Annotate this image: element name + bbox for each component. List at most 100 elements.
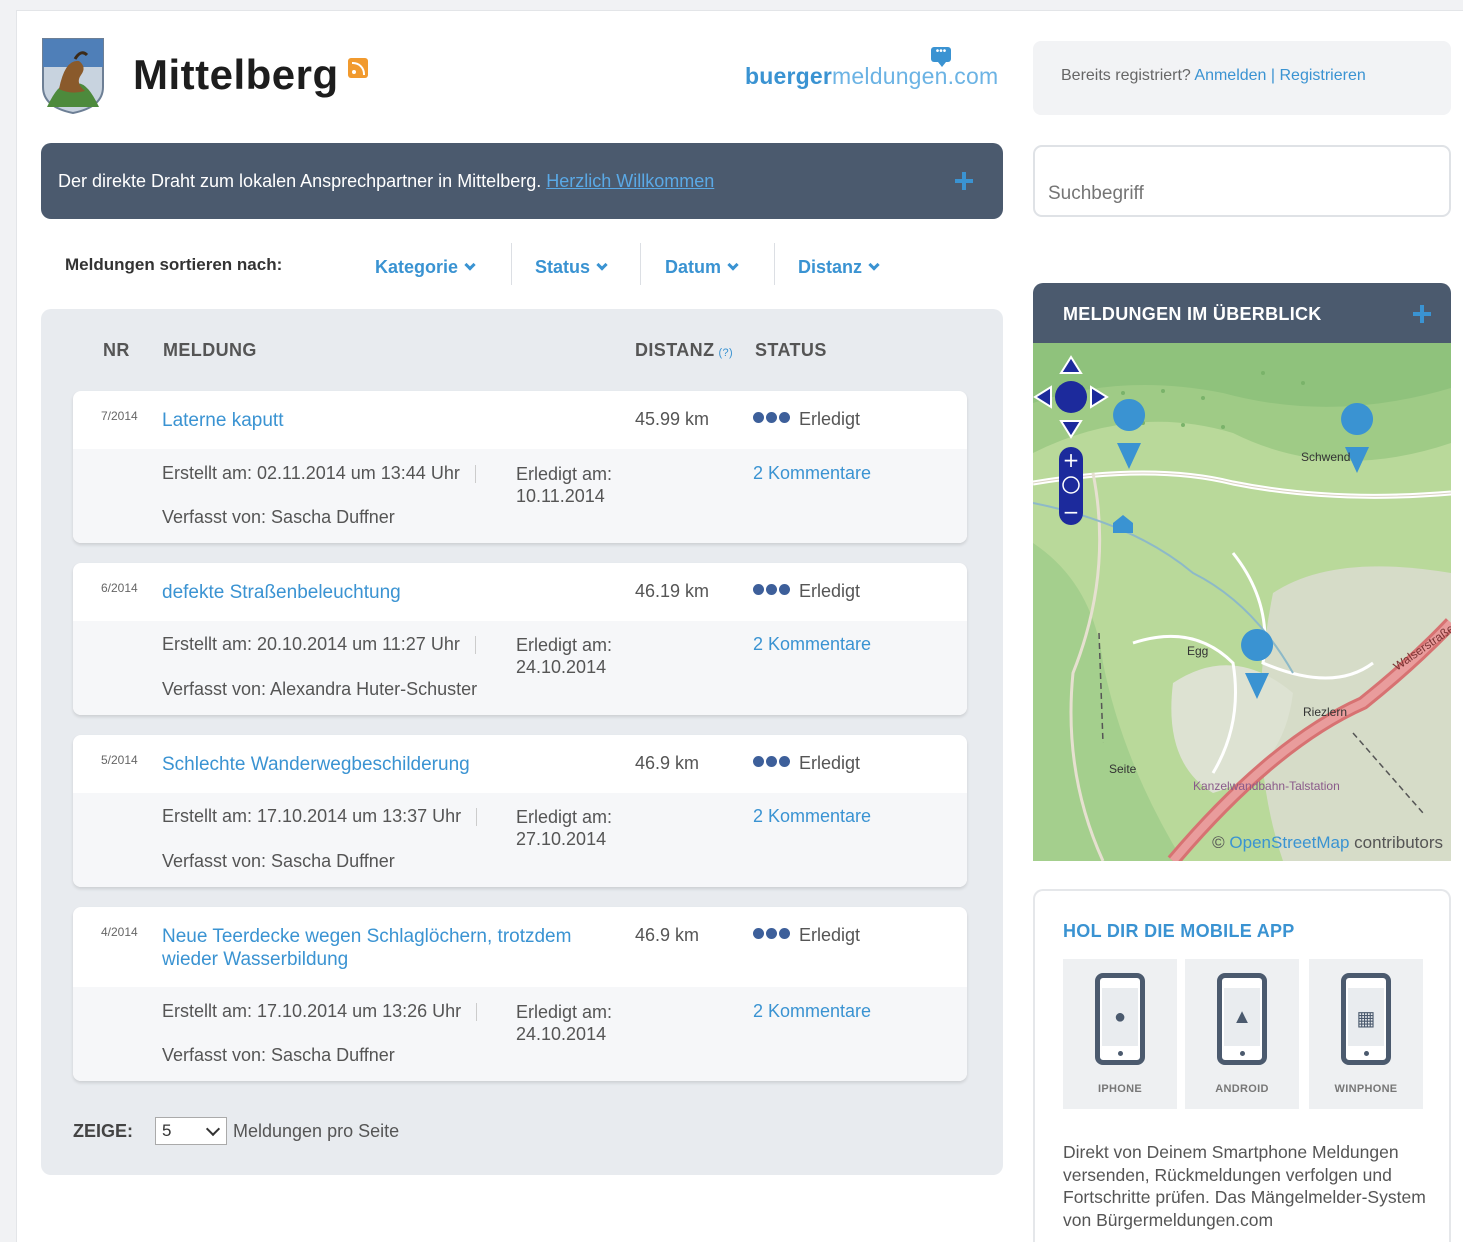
- report-done-date: 24.10.2014: [516, 657, 607, 677]
- app-tile-label: ANDROID: [1215, 1083, 1269, 1095]
- sort-divider: [640, 243, 641, 285]
- report-card: 7/2014 Laterne kaputt 45.99 km Erledigt …: [73, 391, 967, 543]
- map-zoom-control-icon[interactable]: + −: [1059, 447, 1083, 525]
- brand-logo-part2: meldungen.com: [832, 63, 999, 89]
- sort-status-label: Status: [535, 257, 591, 277]
- app-tile-label: WINPHONE: [1334, 1083, 1398, 1095]
- distance-help-link[interactable]: (?): [718, 347, 733, 359]
- app-tile-label: IPHONE: [1098, 1083, 1142, 1095]
- status-dots-icon: [753, 579, 792, 600]
- banner-text: Der direkte Draht zum lokalen Ansprechpa…: [58, 171, 542, 191]
- login-link[interactable]: Anmelden: [1194, 67, 1266, 84]
- report-comments-link[interactable]: 2 Kommentare: [753, 634, 871, 655]
- report-created: Erstellt am: 17.10.2014 um 13:37 Uhr: [162, 806, 478, 826]
- page-size-label: ZEIGE:: [73, 1121, 134, 1141]
- register-link[interactable]: Registrieren: [1280, 67, 1366, 84]
- map-attribution-prefix: ©: [1212, 833, 1225, 852]
- brand-logo-part1: buerger: [745, 63, 833, 89]
- report-status: Erledigt: [753, 581, 860, 602]
- report-title-link[interactable]: defekte Straßenbeleuchtung: [162, 581, 622, 604]
- town-title: Mittelberg: [133, 51, 339, 98]
- osm-link[interactable]: OpenStreetMap: [1229, 833, 1349, 852]
- report-done-label: Erledigt am:: [516, 807, 613, 827]
- app-tile-android[interactable]: ▲ ANDROID: [1185, 959, 1299, 1109]
- report-author: Verfasst von: Alexandra Huter-Schuster: [162, 679, 478, 699]
- report-card: 4/2014 Neue Teerdecke wegen Schlaglöcher…: [73, 907, 967, 1081]
- report-author: Verfasst von: Sascha Duffner: [162, 851, 395, 871]
- sort-kategorie[interactable]: Kategorie: [375, 257, 476, 278]
- map-widget: MELDUNGEN IM ÜBERBLICK + − Schwend Egg R…: [1033, 283, 1451, 861]
- map-label-seite: Seite: [1109, 762, 1137, 776]
- report-done-date: 27.10.2014: [516, 829, 607, 849]
- brand-logo[interactable]: buergermeldungen.com: [745, 63, 998, 90]
- app-tile-winphone[interactable]: ▦ WINPHONE: [1309, 959, 1423, 1109]
- report-comments-link[interactable]: 2 Kommentare: [753, 806, 871, 827]
- column-header-status: STATUS: [755, 340, 827, 360]
- map-attribution-suffix: contributors: [1354, 833, 1443, 852]
- sort-status[interactable]: Status: [535, 257, 608, 278]
- report-status: Erledigt: [753, 753, 860, 774]
- column-header-distanz: DISTANZ (?): [635, 340, 733, 361]
- expand-banner-icon[interactable]: [955, 172, 973, 190]
- map-label-kanzelwand: Kanzelwandbahn-Talstation: [1193, 779, 1340, 793]
- mobile-app-title: HOL DIR DIE MOBILE APP: [1063, 921, 1295, 941]
- app-tile-iphone[interactable]: ● IPHONE: [1063, 959, 1177, 1109]
- page-size-select[interactable]: 5: [155, 1117, 227, 1145]
- sort-distanz-label: Distanz: [798, 257, 863, 277]
- status-dots-icon: [753, 923, 792, 944]
- chevron-down-icon: [596, 259, 608, 271]
- chevron-down-icon: [727, 259, 739, 271]
- map-widget-header: MELDUNGEN IM ÜBERBLICK: [1033, 283, 1451, 343]
- report-title-link[interactable]: Neue Teerdecke wegen Schlaglöchern, trot…: [162, 925, 622, 971]
- report-done: Erledigt am: 24.10.2014: [516, 1001, 612, 1045]
- sort-divider: [774, 243, 775, 285]
- report-status: Erledigt: [753, 925, 860, 946]
- report-comments-link[interactable]: 2 Kommentare: [753, 1001, 871, 1022]
- phone-icon: ▦: [1341, 973, 1391, 1065]
- report-created: Erstellt am: 20.10.2014 um 11:27 Uhr: [162, 634, 476, 654]
- page-size-suffix: Meldungen pro Seite: [233, 1121, 400, 1141]
- report-author: Verfasst von: Sascha Duffner: [162, 507, 395, 527]
- sort-kategorie-label: Kategorie: [375, 257, 459, 277]
- sort-datum[interactable]: Datum: [665, 257, 739, 278]
- map-label-egg: Egg: [1187, 644, 1208, 658]
- android-icon: ▲: [1232, 1006, 1252, 1028]
- column-header-meldung: MELDUNG: [163, 340, 257, 360]
- map-label-riezlern: Riezlern: [1303, 705, 1347, 719]
- report-done: Erledigt am: 24.10.2014: [516, 634, 612, 678]
- report-done-date: 10.11.2014: [516, 486, 605, 506]
- report-distance: 46.19 km: [635, 581, 710, 601]
- phone-icon: ▲: [1217, 973, 1267, 1065]
- map-widget-title: MELDUNGEN IM ÜBERBLICK: [1063, 304, 1322, 324]
- report-created: Erstellt am: 17.10.2014 um 13:26 Uhr: [162, 1001, 478, 1021]
- report-done: Erledigt am: 27.10.2014: [516, 806, 612, 850]
- report-title-link[interactable]: Laterne kaputt: [162, 409, 622, 432]
- report-done-label: Erledigt am:: [516, 635, 613, 655]
- report-title-link[interactable]: Schlechte Wanderwegbeschilderung: [162, 753, 622, 776]
- login-separator: |: [1270, 67, 1276, 84]
- report-number: 4/2014: [101, 925, 138, 939]
- report-number: 5/2014: [101, 753, 138, 767]
- sort-label: Meldungen sortieren nach:: [65, 255, 283, 274]
- search-input[interactable]: [1033, 145, 1451, 217]
- mobile-app-box: HOL DIR DIE MOBILE APP ● IPHONE ▲ ANDROI…: [1033, 889, 1451, 1242]
- map-canvas[interactable]: + − Schwend Egg Riezlern Seite Walserstr…: [1033, 343, 1451, 861]
- report-done-label: Erledigt am:: [516, 1002, 613, 1022]
- report-status-text: Erledigt: [799, 753, 861, 773]
- login-box: Bereits registriert? Anmelden | Registri…: [1033, 41, 1451, 115]
- report-done-label: Erledigt am:: [516, 464, 613, 484]
- map-attribution: © OpenStreetMap contributors: [1212, 833, 1443, 853]
- column-header-nr: NR: [103, 340, 130, 360]
- status-dots-icon: [753, 751, 792, 772]
- report-number: 7/2014: [101, 409, 138, 423]
- rss-icon[interactable]: [348, 58, 368, 78]
- phone-icon: ●: [1095, 973, 1145, 1065]
- welcome-link[interactable]: Herzlich Willkommen: [546, 171, 714, 191]
- chat-bubble-icon: •••: [931, 47, 951, 67]
- report-author: Verfasst von: Sascha Duffner: [162, 1045, 395, 1065]
- expand-map-icon[interactable]: [1413, 305, 1431, 323]
- sort-distanz[interactable]: Distanz: [798, 257, 880, 278]
- town-crest-icon: [42, 38, 104, 115]
- svg-text:+: +: [1063, 448, 1080, 472]
- report-comments-link[interactable]: 2 Kommentare: [753, 463, 871, 484]
